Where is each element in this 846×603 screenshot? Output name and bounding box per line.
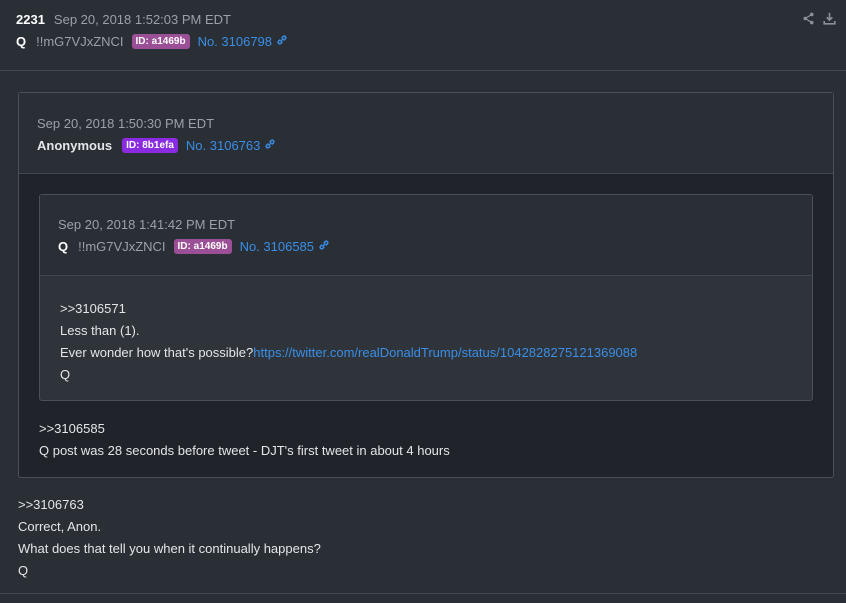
quoted-post-body: >>3106585 Q post was 28 seconds before t…	[39, 418, 450, 462]
quoted-post-header: Sep 20, 2018 1:41:42 PM EDT Q !!mG7VJxZN…	[40, 195, 812, 276]
author-name: Anonymous	[37, 138, 113, 153]
id-badge: ID: a1469b	[131, 34, 190, 49]
link-icon[interactable]	[264, 138, 276, 153]
quoted-post-author-row: Anonymous ID: 8b1efa No. 3106763	[37, 138, 276, 153]
body-line: Q post was 28 seconds before tweet - DJT…	[39, 443, 450, 458]
body-line: >>3106763	[18, 497, 84, 512]
body-text: Ever wonder how that's possible?	[60, 345, 254, 360]
author-name: Q	[16, 34, 27, 49]
quoted-post-header: Sep 20, 2018 1:50:30 PM EDT Anonymous ID…	[19, 93, 833, 174]
quoted-post-author-row: Q !!mG7VJxZNCI ID: a1469b No. 3106585	[58, 239, 330, 254]
post-number-link[interactable]: No. 3106585	[240, 239, 314, 254]
body-line: >>3106585	[39, 421, 105, 436]
post-header: 2231 Sep 20, 2018 1:52:03 PM EDT Q !!mG7…	[0, 0, 846, 71]
post-date: Sep 20, 2018 1:52:03 PM EDT	[53, 12, 231, 27]
quoted-post-q: Sep 20, 2018 1:41:42 PM EDT Q !!mG7VJxZN…	[39, 194, 813, 401]
body-line: Q	[18, 563, 29, 578]
author-name: Q	[58, 239, 69, 254]
body-line: >>3106571	[60, 301, 126, 316]
id-badge: ID: 8b1efa	[122, 138, 178, 153]
body-line: Correct, Anon.	[18, 519, 102, 534]
body-line: What does that tell you when it continua…	[18, 541, 321, 556]
tweet-link[interactable]: https://twitter.com/realDonaldTrump/stat…	[253, 345, 637, 360]
link-icon[interactable]	[276, 34, 288, 49]
tripcode: !!mG7VJxZNCI	[78, 239, 166, 254]
body-line: Q	[60, 367, 71, 382]
quoted-post-date: Sep 20, 2018 1:41:42 PM EDT	[58, 217, 236, 232]
link-icon[interactable]	[318, 239, 330, 254]
id-badge: ID: a1469b	[173, 239, 232, 254]
divider	[0, 593, 846, 594]
tripcode: !!mG7VJxZNCI	[36, 34, 124, 49]
download-icon[interactable]	[823, 12, 836, 28]
share-icon[interactable]	[802, 12, 815, 28]
quoted-post-date: Sep 20, 2018 1:50:30 PM EDT	[37, 116, 215, 131]
post-author-row: Q !!mG7VJxZNCI ID: a1469b No. 3106798	[16, 34, 288, 49]
post-number-link[interactable]: No. 3106798	[198, 34, 272, 49]
quoted-post-anonymous: Sep 20, 2018 1:50:30 PM EDT Anonymous ID…	[18, 92, 834, 478]
post-number[interactable]: 2231	[16, 12, 45, 27]
quoted-post-body: >>3106571 Less than (1). Ever wonder how…	[60, 298, 637, 386]
body-line: Less than (1).	[60, 323, 140, 338]
post-body: >>3106763 Correct, Anon. What does that …	[18, 494, 321, 582]
body-line: Ever wonder how that's possible?https://…	[60, 342, 637, 364]
post-actions	[802, 12, 836, 28]
post-meta-row: 2231 Sep 20, 2018 1:52:03 PM EDT	[16, 12, 231, 27]
post-number-link[interactable]: No. 3106763	[186, 138, 260, 153]
